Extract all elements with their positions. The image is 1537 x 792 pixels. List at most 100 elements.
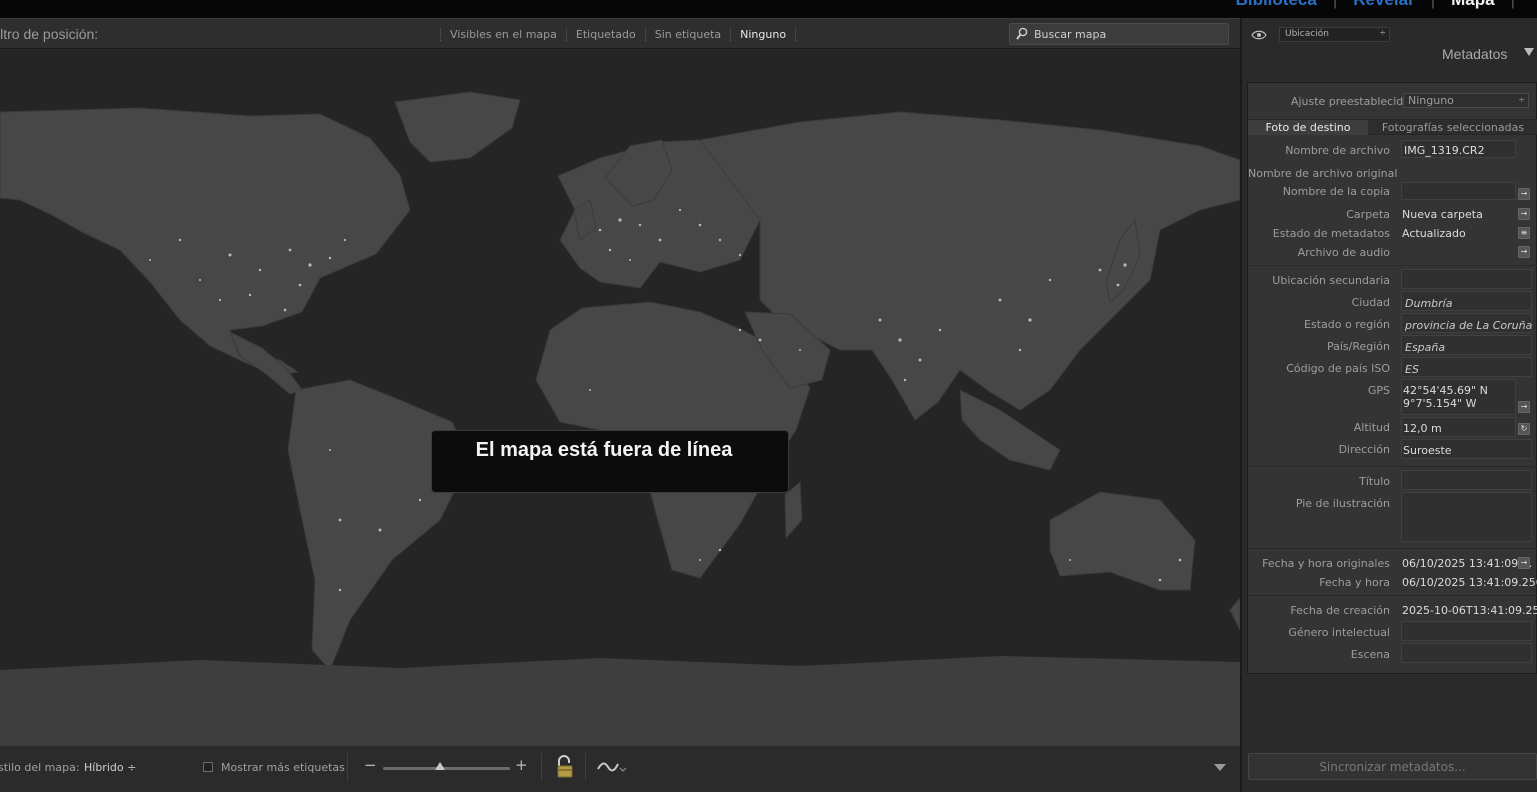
tab-target-photo[interactable]: Foto de destino <box>1248 120 1368 135</box>
zoom-in-button[interactable]: + <box>515 756 528 774</box>
section-divider <box>1248 548 1537 549</box>
map-search-placeholder: Buscar mapa <box>1034 28 1107 41</box>
date-time-label: Fecha y hora <box>1319 576 1390 589</box>
altitude-label: Altitud <box>1353 421 1390 434</box>
copy-name-label: Nombre de la copia <box>1282 185 1390 198</box>
title-field[interactable] <box>1401 470 1532 490</box>
toolbar-divider <box>585 753 586 781</box>
arrow-right-icon[interactable]: → <box>1518 401 1530 413</box>
genre-label: Género intelectual <box>1288 626 1390 639</box>
map-toolbar: stilo del mapa: Híbrido ÷ Mostrar más et… <box>0 745 1240 792</box>
location-filter-bar: iltro de posición: Visibles en el mapa Et… <box>0 19 1240 49</box>
gps-label: GPS <box>1367 384 1390 397</box>
metadata-status-label: Estado de metadatos <box>1272 227 1390 240</box>
date-original-value: 06/10/2025 13:41:09.... <box>1402 557 1533 570</box>
collapse-triangle-icon[interactable] <box>1524 48 1534 56</box>
refresh-icon[interactable]: ↻ <box>1518 423 1530 435</box>
iso-code-field[interactable] <box>1401 357 1532 377</box>
module-revelar[interactable]: Revelar <box>1353 0 1414 9</box>
module-separator: | <box>1333 0 1337 9</box>
scene-label: Escena <box>1350 648 1390 661</box>
map-style-arrow: ÷ <box>127 761 137 774</box>
gps-longitude: 9°7'5.154" W <box>1403 397 1477 410</box>
preset-label: Ajuste preestablecido <box>1290 95 1410 108</box>
select-arrow: ÷ <box>1518 95 1525 104</box>
copy-name-field[interactable] <box>1401 182 1516 200</box>
map-style-select[interactable]: Híbrido ÷ <box>84 761 136 774</box>
section-divider <box>1248 595 1537 596</box>
zoom-slider-thumb[interactable] <box>435 762 446 770</box>
show-more-labels-label: Mostrar más etiquetas <box>221 761 345 774</box>
filter-tagged[interactable]: Etiquetado <box>565 28 645 41</box>
altitude-value: 12,0 m <box>1403 422 1442 435</box>
metadata-panel-header[interactable]: Metadatos <box>1442 46 1507 62</box>
module-biblioteca[interactable]: Biblioteca <box>1236 0 1317 9</box>
zoom-out-button[interactable]: − <box>364 756 377 774</box>
date-created-label: Fecha de creación <box>1290 604 1390 617</box>
metadata-status-value: Actualizado <box>1402 227 1466 240</box>
module-mapa[interactable]: Mapa <box>1451 0 1494 9</box>
world-map-graphic <box>0 50 1241 746</box>
filename-label: Nombre de archivo <box>1285 144 1390 157</box>
metadata-panel: Ajuste preestablecido Ninguno ÷ Foto de d… <box>1247 82 1537 674</box>
module-picker: Biblioteca | Revelar | Mapa | <box>1228 0 1523 10</box>
caption-field[interactable] <box>1401 492 1532 542</box>
search-icon <box>1016 27 1028 40</box>
tracklog-icon[interactable] <box>597 760 627 774</box>
show-more-labels-checkbox[interactable] <box>203 762 213 772</box>
eye-icon[interactable] <box>1251 30 1267 40</box>
unlock-icon[interactable] <box>555 755 575 779</box>
location-filter-label: iltro de posición: <box>0 26 99 42</box>
scene-field[interactable] <box>1401 643 1532 663</box>
metadata-tabs: Foto de destino Fotografías seleccionada… <box>1248 119 1537 135</box>
arrow-right-icon[interactable]: → <box>1518 188 1530 200</box>
country-label: País/Región <box>1326 340 1390 353</box>
tab-selected-photos[interactable]: Fotografías seleccionadas <box>1368 120 1537 135</box>
module-separator: | <box>1511 0 1515 9</box>
section-divider <box>1248 466 1537 467</box>
preset-select[interactable]: Ninguno ÷ <box>1403 93 1529 108</box>
map-view: iltro de posición: Visibles en el mapa Et… <box>0 18 1241 746</box>
zoom-slider[interactable] <box>383 767 510 770</box>
arrow-right-icon[interactable]: → <box>1518 208 1530 220</box>
select-arrow: ÷ <box>1379 28 1386 37</box>
iso-code-value: ES <box>1405 363 1419 376</box>
state-label: Estado o región <box>1304 318 1390 331</box>
gps-latitude: 42°54'45.69" N <box>1403 384 1488 397</box>
filter-visible-on-map[interactable]: Visibles en el mapa <box>440 28 566 41</box>
filename-value: IMG_1319.CR2 <box>1404 144 1485 157</box>
land-antarctica <box>0 656 1240 746</box>
country-value: España <box>1405 341 1446 354</box>
top-bar: Biblioteca | Revelar | Mapa | <box>0 0 1537 18</box>
filter-untagged[interactable]: Sin etiqueta <box>644 28 731 41</box>
location-filter-options: Visibles en el mapa Etiquetado Sin etiquet… <box>440 28 797 41</box>
city-label: Ciudad <box>1351 296 1390 309</box>
title-label: Título <box>1359 475 1390 488</box>
section-divider <box>1248 265 1537 266</box>
map-search-input[interactable]: Buscar mapa <box>1009 23 1229 45</box>
audio-file-label: Archivo de audio <box>1297 246 1390 259</box>
original-filename-label: Nombre de archivo original <box>1248 167 1398 180</box>
metadata-view-select[interactable]: Ubicación ÷ <box>1279 27 1390 42</box>
sublocation-field[interactable] <box>1401 269 1532 289</box>
right-panel: Ubicación ÷ Metadatos Ajuste preestableci… <box>1240 18 1537 792</box>
arrow-right-icon[interactable]: → <box>1518 557 1530 569</box>
filter-none[interactable]: Ninguno <box>730 28 797 41</box>
metadata-view-value: Ubicación <box>1285 29 1329 39</box>
state-value: provincia de La Coruña <box>1405 319 1533 332</box>
sublocation-label: Ubicación secundaria <box>1272 274 1390 287</box>
arrow-right-icon[interactable]: → <box>1518 246 1530 258</box>
direction-label: Dirección <box>1338 443 1390 456</box>
sync-metadata-button[interactable]: Sincronizar metadatos... <box>1248 753 1537 780</box>
preset-value: Ninguno <box>1408 94 1454 107</box>
date-time-value: 06/10/2025 13:41:09.250 <box>1402 576 1537 589</box>
caption-label: Pie de ilustración <box>1295 497 1390 510</box>
genre-field[interactable] <box>1401 621 1532 641</box>
date-original-label: Fecha y hora originales <box>1262 557 1390 570</box>
map-style-label: stilo del mapa: <box>0 761 80 774</box>
list-icon[interactable]: ≡ <box>1518 227 1530 239</box>
map-style-value: Híbrido <box>84 761 124 774</box>
toolbar-divider <box>347 753 348 781</box>
world-map[interactable]: El mapa está fuera de línea <box>0 50 1241 746</box>
toolbar-collapse-icon[interactable] <box>1214 764 1226 771</box>
